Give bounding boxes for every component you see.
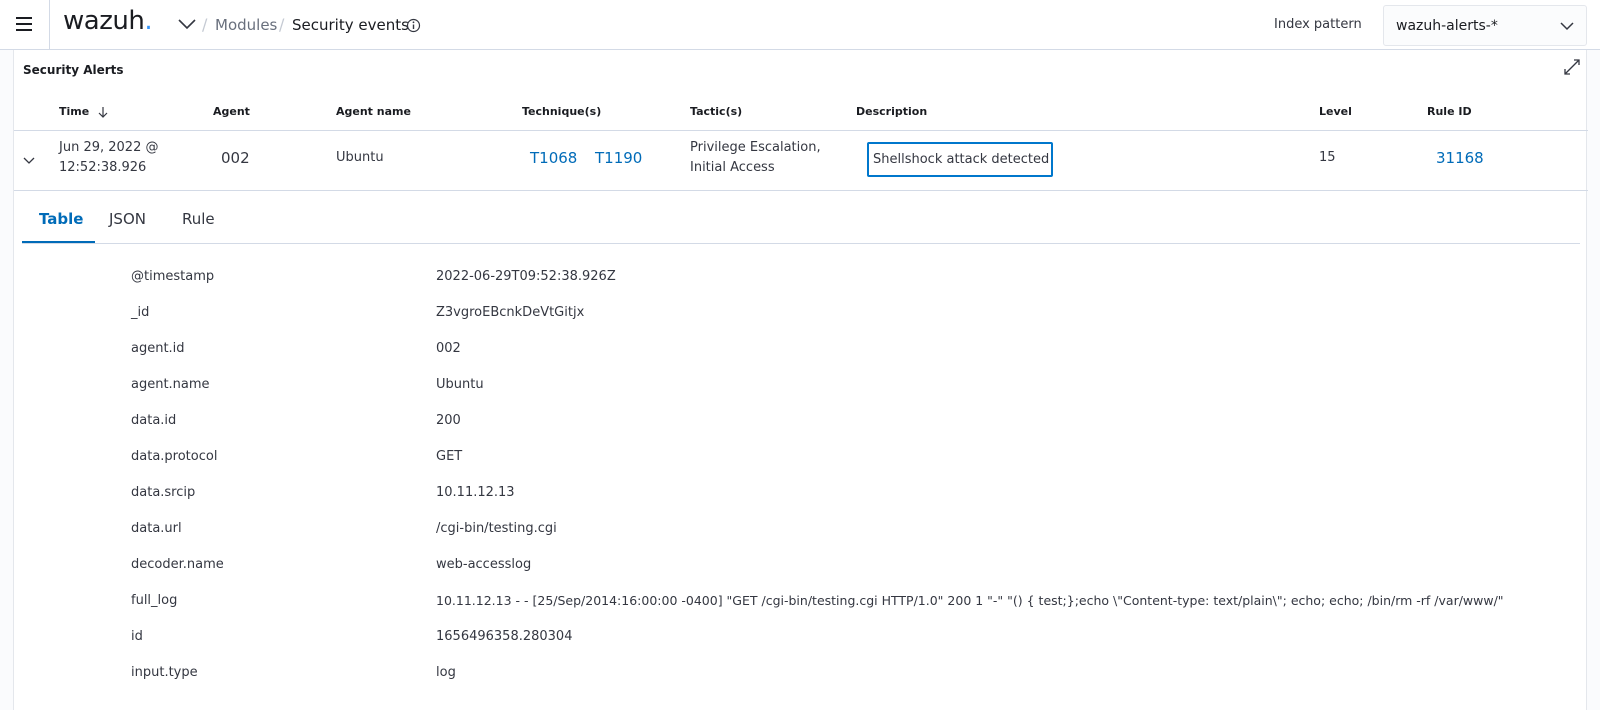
- detail-key: _id: [131, 305, 150, 320]
- detail-key: full_log: [131, 593, 178, 608]
- tab-json[interactable]: JSON: [109, 210, 146, 228]
- breadcrumb-security-events: Security events: [292, 16, 409, 34]
- detail-key: id: [131, 629, 143, 644]
- wazuh-logo[interactable]: wazuh.: [63, 6, 153, 36]
- detail-key: input.type: [131, 665, 198, 680]
- table-row-divider: [14, 190, 1588, 191]
- detail-value: 10.11.12.13 - - [25/Sep/2014:16:00:00 -0…: [436, 593, 1504, 608]
- chevron-down-icon[interactable]: [176, 14, 198, 34]
- security-alerts-panel: Security Alerts Time Agent Agent name Te…: [13, 50, 1588, 710]
- detail-value: 10.11.12.13: [436, 485, 515, 500]
- top-header: wazuh. / Modules / Security events Index…: [0, 0, 1600, 50]
- technique-link-t1190[interactable]: T1190: [595, 148, 642, 168]
- header-divider: [49, 0, 50, 50]
- cell-agent-name: Ubuntu: [336, 150, 384, 165]
- detail-value: log: [436, 665, 456, 680]
- cell-time: Jun 29, 2022 @ 12:52:38.926: [59, 140, 159, 175]
- detail-key: data.protocol: [131, 449, 218, 464]
- detail-value: 1656496358.280304: [436, 629, 573, 644]
- tab-rule[interactable]: Rule: [182, 210, 215, 228]
- rule-id-link[interactable]: 31168: [1436, 148, 1484, 168]
- detail-value: 002: [436, 341, 461, 356]
- tab-table[interactable]: Table: [39, 210, 83, 228]
- detail-value: Z3vgroEBcnkDeVtGitjx: [436, 305, 585, 320]
- tabs-divider: [22, 243, 1580, 244]
- info-icon[interactable]: [406, 18, 421, 33]
- breadcrumb-modules[interactable]: Modules: [215, 16, 277, 34]
- index-pattern-value: wazuh-alerts-*: [1396, 18, 1498, 34]
- detail-key: data.id: [131, 413, 177, 428]
- detail-value: Ubuntu: [436, 377, 484, 392]
- detail-value: web-accesslog: [436, 557, 532, 572]
- column-header-agent-name[interactable]: Agent name: [336, 105, 411, 118]
- detail-value: GET: [436, 449, 463, 464]
- hamburger-menu-icon[interactable]: [14, 13, 36, 35]
- column-header-tactics[interactable]: Tactic(s): [690, 105, 742, 118]
- column-header-techniques[interactable]: Technique(s): [522, 105, 601, 118]
- fullscreen-expand-icon[interactable]: [1563, 58, 1581, 76]
- detail-key: agent.id: [131, 341, 185, 356]
- technique-link-t1068[interactable]: T1068: [530, 148, 577, 168]
- cell-description[interactable]: Shellshock attack detected: [867, 142, 1053, 177]
- column-header-time[interactable]: Time: [59, 105, 109, 118]
- column-header-agent[interactable]: Agent: [213, 105, 250, 118]
- detail-value: /cgi-bin/testing.cgi: [436, 521, 557, 536]
- table-header-divider: [14, 130, 1588, 131]
- detail-key: data.url: [131, 521, 182, 536]
- index-pattern-label: Index pattern: [1274, 17, 1362, 32]
- column-header-description[interactable]: Description: [856, 105, 927, 118]
- column-header-level[interactable]: Level: [1319, 105, 1352, 118]
- index-pattern-select[interactable]: wazuh-alerts-*: [1383, 5, 1587, 46]
- detail-key: @timestamp: [131, 269, 215, 284]
- breadcrumb-separator: /: [202, 15, 208, 34]
- column-header-rule-id[interactable]: Rule ID: [1427, 105, 1472, 118]
- chevron-down-icon: [1560, 22, 1574, 31]
- arrow-down-icon: [98, 107, 108, 118]
- cell-agent: 002: [221, 149, 250, 167]
- cell-level: 15: [1319, 150, 1336, 165]
- detail-key: agent.name: [131, 377, 210, 392]
- detail-value: 2022-06-29T09:52:38.926Z: [436, 269, 616, 284]
- panel-title: Security Alerts: [23, 63, 124, 77]
- detail-value: 200: [436, 413, 461, 428]
- detail-key: decoder.name: [131, 557, 224, 572]
- breadcrumb-separator: /: [279, 15, 285, 34]
- chevron-down-icon[interactable]: [22, 153, 36, 167]
- cell-tactics: Privilege Escalation, Initial Access: [690, 140, 821, 175]
- detail-key: data.srcip: [131, 485, 196, 500]
